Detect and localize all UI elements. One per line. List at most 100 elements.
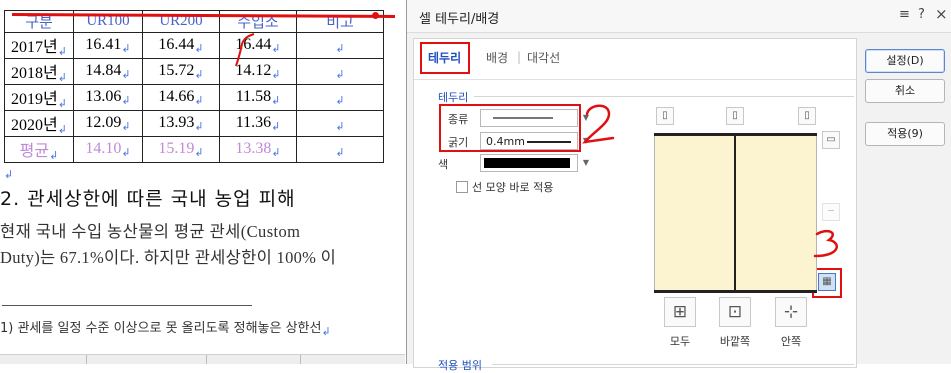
table-cell[interactable]: 14.66↲ [142,84,220,111]
cell-paragraph-mark: ↲ [271,121,281,133]
horizontal-center-border-icon[interactable]: ┄ [822,203,840,221]
body-line-2: Duty)는 67.1%이다. 하지만 관세상한이 100% 이 [0,248,337,267]
statistics-table[interactable]: 구분 UR100 UR200 수입소 비고 2017년↲ 16.41↲ 16.44↲ 16.44… [4,10,384,163]
table-cell[interactable]: 16.44↲ [142,32,220,59]
left-border-icon[interactable]: ▯ [656,107,674,125]
apply-shape-checkbox[interactable] [456,181,468,193]
border-preview[interactable] [654,133,817,293]
table-cell[interactable]: 15.19↲ [142,136,220,163]
section-range-rule [492,364,854,365]
table-cell[interactable]: 12.09↲ [73,110,143,137]
section-range-title: 적용 범위 [438,359,482,372]
table-cell[interactable]: 11.36↲ [219,110,297,137]
inside-borders-button[interactable]: ⊹ [775,297,807,327]
help-icon[interactable]: ? [918,7,925,22]
document-page[interactable]: 구분 UR100 UR200 수입소 비고 2017년↲ 16.41↲ 16.44↲ 16.44… [0,0,405,364]
apply-button[interactable]: 적용(9) [865,122,945,146]
table-cell[interactable]: 13.38↲ [219,136,297,163]
cell-text: 16.44 [158,36,195,53]
tab-background[interactable]: 배경 [486,49,508,66]
table-cell[interactable]: 2019년↲ [4,84,74,111]
preview-bottom-line [654,290,817,293]
table-cell[interactable]: 평균↲ [4,136,74,163]
table-cell[interactable]: ↲ [296,84,384,111]
top-border-icon[interactable]: ▭ [822,131,840,149]
right-border-icon[interactable]: ▯ [798,107,816,125]
annotation-number-3 [813,229,838,258]
table-cell[interactable]: 13.93↲ [142,110,220,137]
table-cell[interactable]: 15.72↲ [142,58,220,85]
cell-paragraph-mark: ↲ [121,121,131,133]
table-row: 2018년↲ 14.84↲ 15.72↲ 14.12↲ ↲ [4,58,384,85]
cell-paragraph-mark: ↲ [57,98,67,110]
menu-icon[interactable]: ≡ [899,7,910,22]
table-cell[interactable]: 11.58↲ [219,84,297,111]
cancel-button[interactable]: 취소 [865,79,945,103]
cell-paragraph-mark: ↲ [194,43,204,55]
cell-text: 16.41 [85,36,122,53]
cell-paragraph-mark: ↲ [335,95,345,107]
ok-button[interactable]: 설정(D) [865,49,945,73]
inside-borders-label: 안쪽 [780,335,802,348]
footnote-paragraph-mark: ↲ [321,325,331,338]
all-borders-label: 모두 [669,335,691,348]
footnote-text: 1) 관세를 일정 수준 이상으로 못 올리도록 정해놓은 상한선↲ [0,317,331,338]
dialog-title: 셀 테두리/배경 [419,12,500,27]
cell-paragraph-mark: ↲ [121,43,131,55]
cell-paragraph-mark: ↲ [194,95,204,107]
all-borders-button[interactable]: ⊞ [664,297,696,327]
cell-paragraph-mark: ↲ [335,69,345,81]
table-cell[interactable]: ↲ [296,32,384,59]
footnote-separator [2,305,252,306]
cell-text: 15.72 [158,62,195,79]
close-icon[interactable]: × [935,5,948,23]
cell-text: 11.58 [235,88,272,105]
cell-paragraph-mark: ↲ [335,121,345,133]
document-status-strip [0,354,405,364]
cell-paragraph-mark: ↲ [49,150,59,162]
tab-separator: | [517,50,522,64]
table-cell[interactable]: 2018년↲ [4,58,74,85]
table-cell[interactable]: 14.10↲ [73,136,143,163]
table-cell[interactable]: 14.84↲ [73,58,143,85]
chevron-down-icon[interactable]: ▼ [579,154,593,172]
cell-paragraph-mark: ↲ [57,124,67,136]
cell-text: 2020년 [11,117,58,134]
red-box-annotation-type-width [439,104,581,152]
table-cell[interactable]: ↲ [296,136,384,163]
red-box-annotation-tab [420,42,470,74]
cell-text: 2017년 [11,39,58,56]
table-cell[interactable]: 13.06↲ [73,84,143,111]
line-color-select[interactable] [480,154,578,172]
cell-paragraph-mark: ↲ [194,69,204,81]
section-heading: 2. 관세상한에 따른 국내 농업 피해 [0,188,296,210]
table-row: 2020년↲ 12.09↲ 13.93↲ 11.36↲ ↲ [4,110,384,137]
table-cell[interactable]: ↲ [296,58,384,85]
table-cell[interactable]: 16.41↲ [73,32,143,59]
table-row: 2019년↲ 13.06↲ 14.66↲ 11.58↲ ↲ [4,84,384,111]
annotation-number-2 [582,104,615,144]
outside-borders-button[interactable]: ⊡ [719,297,751,327]
table-cell[interactable]: 2020년↲ [4,110,74,137]
color-swatch [484,158,570,168]
cell-paragraph-mark: ↲ [121,69,131,81]
table-cell[interactable]: ↲ [296,110,384,137]
tab-diagonal[interactable]: 대각선 [527,49,560,66]
cell-paragraph-mark: ↲ [335,43,345,55]
cell-paragraph-mark: ↲ [271,69,281,81]
cell-text: 14.84 [85,62,122,79]
cell-text: 11.36 [235,114,272,131]
vertical-center-border-icon[interactable]: ▯ [726,107,744,125]
section-rule [474,96,854,97]
cell-text: 13.38 [235,140,272,157]
cell-text: 평균 [19,143,50,160]
dialog-titlebar[interactable]: 셀 테두리/배경 ≡ ? × [407,0,951,33]
cell-text: 13.06 [85,88,122,105]
cell-text: 14.10 [85,140,122,157]
cell-border-dialog: 셀 테두리/배경 ≡ ? × 테두리 배경 | 대각선 테두리 종류 ▼ 굵기 … [406,0,951,372]
cell-text: 수입소 [237,15,279,31]
table-cell[interactable]: 2017년↲ [4,32,74,59]
table-row: 2017년↲ 16.41↲ 16.44↲ 16.44↲ ↲ [4,32,384,59]
red-check-annotation [235,33,255,67]
cell-text: 12.09 [85,114,122,131]
